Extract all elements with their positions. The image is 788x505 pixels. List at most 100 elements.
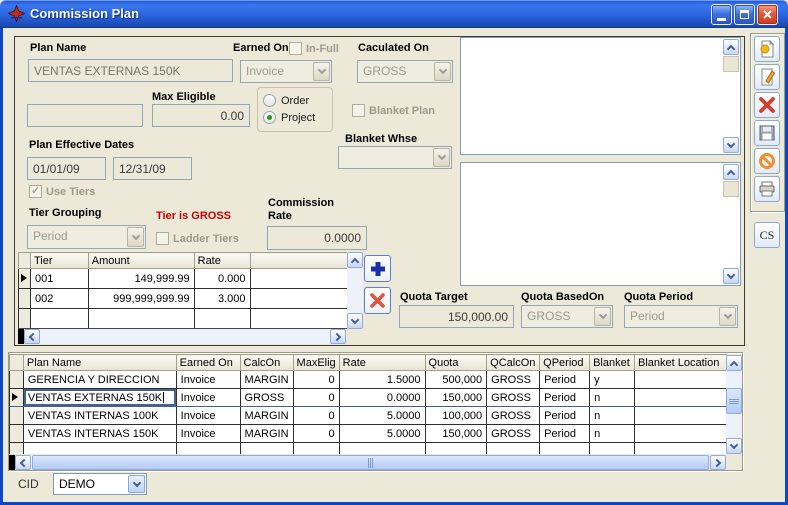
current-row-icon	[12, 393, 18, 401]
rate-column-header[interactable]: Rate	[194, 253, 250, 269]
plan-row-selected[interactable]: VENTAS EXTERNAS 150K Invoice GROSS 0 0.0…	[10, 389, 727, 407]
scroll-down-button[interactable]	[347, 313, 363, 329]
commission-rate-field[interactable]: 0.0000	[267, 226, 367, 250]
maximize-button[interactable]	[734, 4, 755, 25]
blanket-column-header[interactable]: Blanket	[590, 355, 635, 371]
rate-column-header[interactable]: Rate	[339, 355, 425, 371]
tier-is-gross-text: Tier is GROSS	[156, 210, 231, 222]
chevron-down-icon	[313, 62, 330, 81]
scroll-up-button[interactable]	[726, 355, 742, 371]
use-tiers-checkbox: ✓	[29, 185, 42, 198]
scroll-thumb[interactable]	[32, 455, 709, 470]
start-date-field[interactable]: 01/01/09	[27, 157, 106, 180]
scroll-right-button[interactable]	[330, 329, 346, 344]
quota-period-combo: Period	[624, 305, 738, 328]
delete-tier-button[interactable]	[364, 287, 391, 314]
add-tier-button[interactable]	[364, 255, 391, 282]
lower-listbox[interactable]	[460, 162, 741, 286]
delete-icon	[758, 96, 776, 114]
maxelig-column-header[interactable]: MaxElig	[293, 355, 339, 371]
new-plan-button[interactable]	[754, 36, 780, 62]
scroll-thumb[interactable]	[726, 388, 742, 414]
plans-grid: Plan Name Earned On CalcOn MaxElig Rate …	[9, 354, 727, 454]
scroll-left-button[interactable]	[24, 329, 40, 344]
cid-combo[interactable]: DEMO	[53, 473, 147, 495]
scroll-up-button[interactable]	[347, 252, 363, 268]
close-button[interactable]	[757, 4, 778, 25]
quota-target-field[interactable]: 150,000.00	[399, 305, 514, 328]
window-border	[0, 28, 3, 505]
effective-dates-label: Plan Effective Dates	[29, 139, 134, 151]
minimize-button[interactable]	[711, 4, 732, 25]
scroll-left-button[interactable]	[15, 455, 31, 470]
edit-icon	[758, 68, 776, 86]
thumb-grip	[368, 458, 373, 468]
blanket-plan-label: Blanket Plan	[369, 105, 435, 117]
cancel-icon	[758, 152, 776, 170]
window-title: Commission Plan	[30, 6, 139, 21]
tier-row[interactable]: 001 149,999.99 0.000	[19, 269, 348, 289]
end-date-field[interactable]: 12/31/09	[113, 157, 192, 180]
max-eligible-label: Max Eligible	[152, 91, 216, 103]
calcon-column-header[interactable]: CalcOn	[240, 355, 293, 371]
qcalcon-column-header[interactable]: QCalcOn	[487, 355, 540, 371]
scroll-thumb[interactable]	[723, 181, 739, 197]
blanket-whse-combo	[338, 146, 452, 169]
print-icon	[758, 180, 776, 198]
save-icon	[758, 124, 776, 142]
amount-column-header[interactable]: Amount	[88, 253, 194, 269]
in-full-checkbox	[289, 42, 302, 55]
row-marker	[10, 407, 24, 425]
commission-plan-window: Commission Plan Plan Name VENTAS EXTERNA…	[0, 0, 788, 505]
tier-grouping-label: Tier Grouping	[29, 207, 102, 219]
edit-plan-button[interactable]	[754, 64, 780, 90]
close-icon	[762, 9, 773, 20]
tier-row[interactable]: 002 999,999,999.99 3.000	[19, 289, 348, 309]
tier-column-header[interactable]: Tier	[30, 253, 88, 269]
qperiod-column-header[interactable]: QPeriod	[540, 355, 590, 371]
project-radio[interactable]	[263, 111, 276, 124]
plan-row[interactable]: GERENCIA Y DIRECCION Invoice MARGIN 0 1.…	[10, 371, 727, 389]
chevron-down-icon	[128, 475, 145, 493]
earned-on-column-header[interactable]: Earned On	[176, 355, 240, 371]
plan-row[interactable]: VENTAS INTERNAS 100K Invoice MARGIN 0 5.…	[10, 407, 727, 425]
tier-row-empty[interactable]	[19, 309, 348, 329]
save-plan-button[interactable]	[754, 120, 780, 146]
scroll-up-button[interactable]	[723, 39, 739, 55]
plan-name-column-header[interactable]: Plan Name	[23, 355, 176, 371]
print-button[interactable]	[754, 176, 780, 202]
commission-rate-label: Commission Rate	[268, 197, 340, 223]
check-icon: ✓	[31, 184, 40, 197]
scroll-thumb[interactable]	[723, 56, 739, 72]
use-tiers-label: Use Tiers	[46, 186, 95, 198]
maximize-icon	[740, 10, 749, 19]
app-icon	[8, 5, 25, 22]
plans-grid-corner	[10, 355, 24, 371]
plan-row[interactable]: VENTAS INTERNAS 150K Invoice MARGIN 0 5.…	[10, 425, 727, 443]
blanket-location-column-header[interactable]: Blanket Location	[635, 355, 727, 371]
ladder-tiers-checkbox	[156, 232, 169, 245]
ladder-tiers-label: Ladder Tiers	[173, 233, 239, 245]
project-label: Project	[281, 112, 315, 124]
blanket-whse-label: Blanket Whse	[345, 133, 417, 145]
scroll-right-button[interactable]	[710, 455, 726, 470]
cancel-button[interactable]	[754, 148, 780, 174]
tier-grid-hscroll[interactable]	[24, 329, 346, 344]
order-radio[interactable]	[263, 94, 276, 107]
title-bar: Commission Plan	[0, 0, 788, 28]
chevron-down-icon	[719, 307, 736, 326]
plan-row-empty[interactable]	[10, 443, 727, 455]
row-marker	[10, 371, 24, 389]
scroll-down-button[interactable]	[723, 268, 739, 284]
quota-column-header[interactable]: Quota	[425, 355, 487, 371]
delete-plan-button[interactable]	[754, 92, 780, 118]
scroll-up-button[interactable]	[723, 164, 739, 180]
upper-listbox[interactable]	[460, 37, 741, 155]
scroll-down-button[interactable]	[723, 137, 739, 153]
new-icon	[758, 40, 776, 58]
row-marker	[19, 289, 31, 309]
row-marker	[19, 309, 31, 329]
scroll-down-button[interactable]	[726, 438, 742, 454]
cs-button[interactable]: CS	[754, 222, 780, 248]
max-eligible-field[interactable]: 0.00	[152, 104, 250, 127]
